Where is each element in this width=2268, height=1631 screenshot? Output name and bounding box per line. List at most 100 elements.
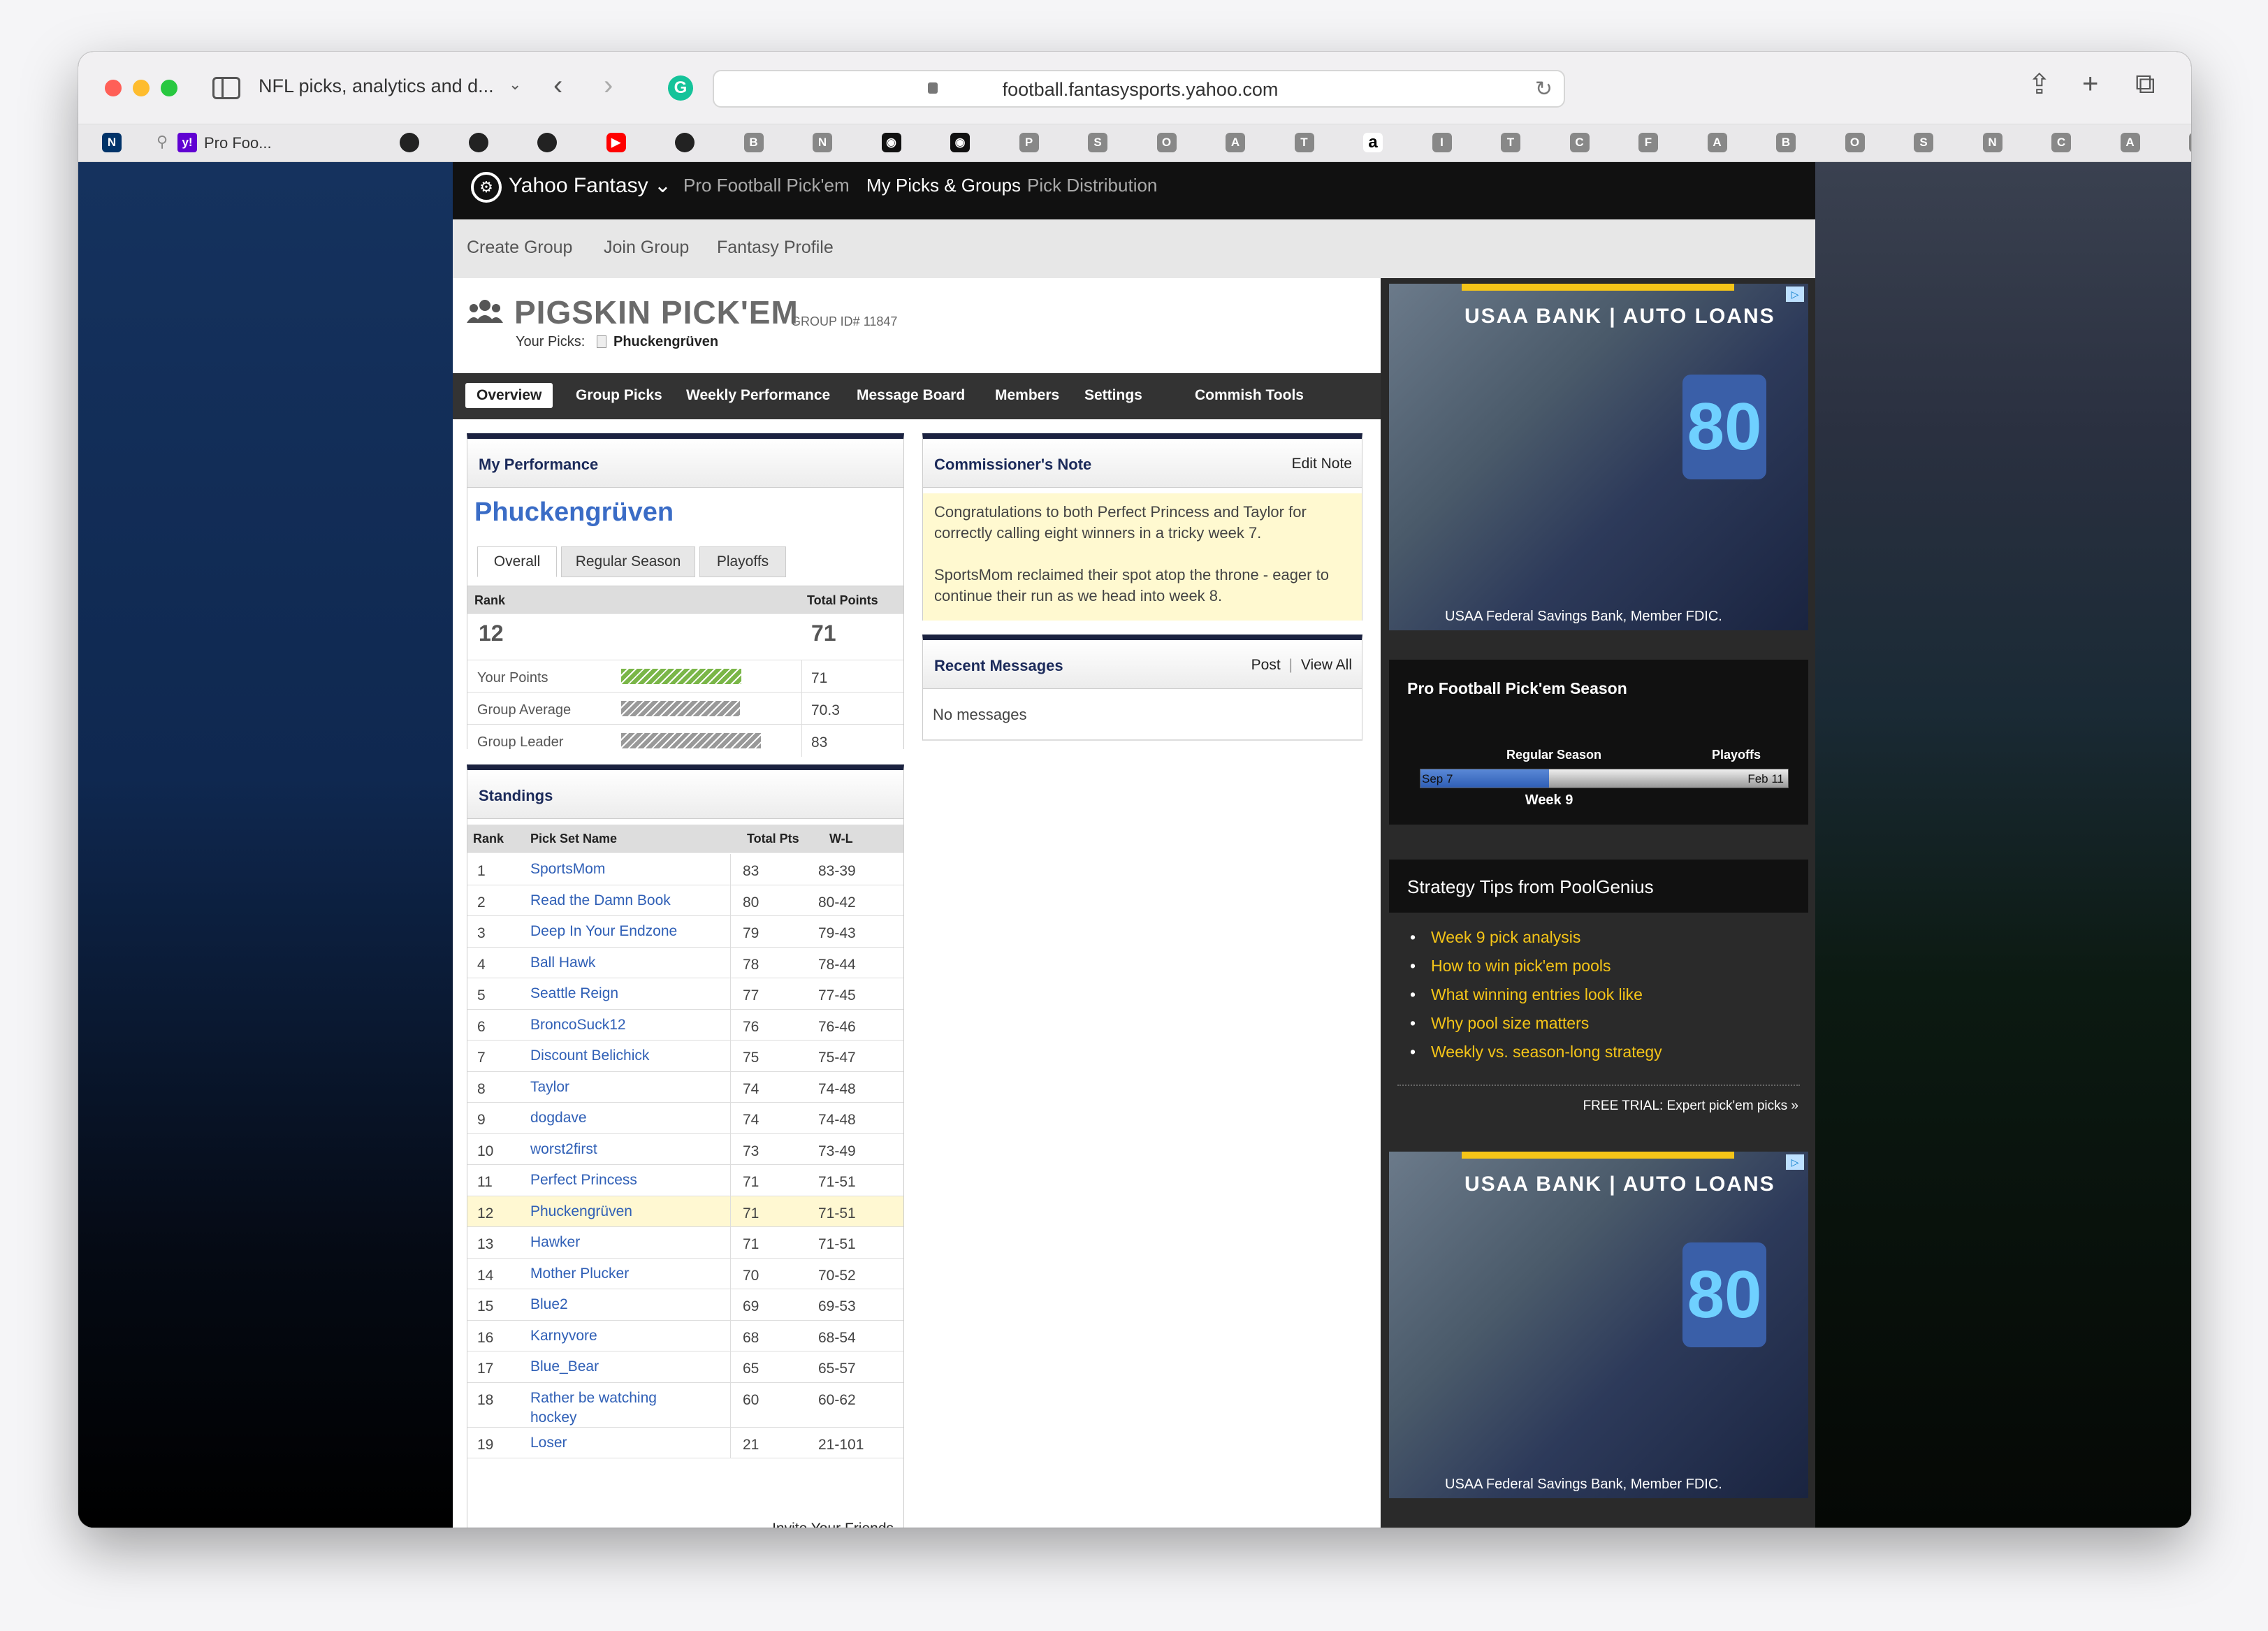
camera-favicon-icon[interactable]: ◉ [881,133,901,152]
bookmark-favicon-icon[interactable]: T [1501,133,1520,152]
divider [730,916,731,947]
invite-friends-link[interactable]: Invite Your Friends [772,1521,894,1528]
pick-set-name-link[interactable]: Blue_Bear [530,1357,691,1377]
ad-banner-bottom[interactable]: USAA BANK | AUTO LOANS 80 USAA Federal S… [1389,1152,1808,1498]
camera-favicon-icon[interactable]: ◉ [950,133,970,152]
top-link-pick-distribution[interactable]: Pick Distribution [1027,175,1157,196]
address-bar[interactable]: football.fantasysports.yahoo.com ↻ [713,70,1565,108]
tab-overall[interactable]: Overall [477,546,557,577]
bookmark-favicon-icon[interactable]: N [1982,133,2002,152]
join-group-link[interactable]: Join Group [604,238,689,258]
pick-set-name-link[interactable]: Discount Belichick [530,1046,691,1066]
ad-banner-top[interactable]: USAA BANK | AUTO LOANS 80 USAA Federal S… [1389,284,1808,630]
tab-group-picks[interactable]: Group Picks [576,387,662,404]
bookmark-favicon-icon[interactable]: T [1294,133,1314,152]
tab-members[interactable]: Members [995,387,1059,404]
performance-team-name[interactable]: Phuckengrüven [474,498,674,528]
tab-overview-icon[interactable]: ⧉ [2135,68,2156,100]
bookmark-favicon-icon[interactable]: O [1845,133,1865,152]
chevron-down-icon[interactable]: ⌄ [509,75,521,94]
pick-set-name-link[interactable]: Perfect Princess [530,1170,691,1190]
github-favicon-icon[interactable] [400,133,419,152]
stadium-background-right [1815,162,2191,1528]
adchoices-icon[interactable]: ▷ [1786,1154,1804,1170]
group-people-icon [467,300,503,323]
back-button[interactable]: ‹ [553,70,562,101]
bookmark-favicon-icon[interactable]: S [1914,133,1933,152]
tab-settings[interactable]: Settings [1084,387,1142,404]
top-link-my-picks-groups[interactable]: My Picks & Groups [866,175,1021,196]
yahoo-fantasy-brand[interactable]: Yahoo Fantasy ⌄ [509,173,671,198]
view-all-link[interactable]: View All [1301,657,1352,673]
pick-set-name-link[interactable]: Loser [530,1433,691,1453]
github-favicon-icon[interactable] [537,133,557,152]
pick-set-name-link[interactable]: Mother Plucker [530,1264,691,1284]
pick-set-name-link[interactable]: worst2first [530,1140,691,1159]
new-tab-button[interactable]: + [2082,68,2098,100]
tab-message-board[interactable]: Message Board [857,387,965,404]
pick-set-name-link[interactable]: Seattle Reign [530,984,691,1003]
adchoices-icon[interactable]: ▷ [1786,287,1804,302]
share-icon[interactable]: ⇪ [2028,68,2051,101]
pick-set-name-link[interactable]: Read the Damn Book [530,891,691,911]
reload-icon[interactable]: ↻ [1535,77,1553,101]
bookmark-favicon-icon[interactable]: A [1707,133,1727,152]
bookmark-favicon-icon[interactable]: C [1569,133,1590,152]
tab-playoffs[interactable]: Playoffs [699,546,786,577]
youtube-favicon-icon[interactable]: ▶ [606,133,626,152]
nfl-favicon-icon[interactable]: N [102,133,122,152]
bookmark-favicon-icon[interactable]: B [743,133,764,152]
github-favicon-icon[interactable] [468,133,488,152]
post-link[interactable]: Post [1251,657,1281,673]
pick-set-name-link[interactable]: Ball Hawk [530,953,691,973]
pick-set-name-link[interactable]: Hawker [530,1233,691,1252]
pick-set-name-link[interactable]: Deep In Your Endzone [530,922,691,941]
create-group-link[interactable]: Create Group [467,238,572,258]
zoom-window-button[interactable] [161,80,177,96]
tab-overview[interactable]: Overview [465,383,553,408]
strategy-tip-link[interactable]: What winning entries look like [1410,985,1643,1004]
pick-set-name-link[interactable]: Blue2 [530,1295,691,1314]
pick-set-name-link[interactable]: Karnyvore [530,1326,691,1346]
yahoo-fantasy-logo-icon[interactable]: ⚙ [471,172,502,203]
pick-set-name-link[interactable]: SportsMom [530,860,691,879]
github-favicon-icon[interactable] [675,133,695,152]
bookmark-favicon-icon[interactable]: S [1088,133,1107,152]
bookmark-favicon-icon[interactable]: S [2189,133,2191,152]
pick-set-name-link[interactable]: dogdave [530,1108,691,1128]
free-trial-link[interactable]: FREE TRIAL: Expert pick'em picks » [1583,1099,1798,1114]
amazon-favicon-icon[interactable]: a [1363,133,1383,152]
strategy-tip-link[interactable]: Week 9 pick analysis [1410,928,1580,947]
forward-button[interactable]: › [604,70,613,101]
close-window-button[interactable] [105,80,122,96]
pick-set-name-link[interactable]: Phuckengrüven [530,1202,691,1222]
edit-note-link[interactable]: Edit Note [1292,456,1352,472]
bookmark-favicon-icon[interactable]: B [1776,133,1796,152]
bookmark-favicon-icon[interactable]: O [1156,133,1177,152]
tab-commish-tools[interactable]: Commish Tools [1195,387,1304,404]
tab-weekly-performance[interactable]: Weekly Performance [686,387,830,404]
strategy-tip-link[interactable]: How to win pick'em pools [1410,957,1611,976]
fantasy-profile-link[interactable]: Fantasy Profile [717,238,834,258]
bookmark-favicon-icon[interactable]: A [2120,133,2140,152]
pick-set-name-link[interactable]: BroncoSuck12 [530,1015,691,1035]
bookmark-favicon-icon[interactable]: P [1019,133,1039,152]
divider [730,1196,731,1226]
tab-regular-season[interactable]: Regular Season [561,546,695,577]
tab-group-title[interactable]: NFL picks, analytics and d... [259,75,494,97]
wl-cell: 77-45 [818,987,856,1003]
bookmark-favicon-icon[interactable]: A [1226,133,1245,152]
bookmark-favicon-icon[interactable]: I [1432,133,1452,152]
your-picks-name[interactable]: Phuckengrüven [613,334,718,350]
bookmark-favicon-icon[interactable]: N [813,133,832,152]
grammarly-extension-icon[interactable]: G [668,75,693,101]
bookmark-favicon-icon[interactable]: F [1638,133,1658,152]
pick-set-name-link[interactable]: Rather be watching hockey [530,1389,691,1428]
pick-set-name-link[interactable]: Taylor [530,1078,691,1097]
bookmark-favicon-icon[interactable]: C [2051,133,2071,152]
top-link-pro-football-pickem[interactable]: Pro Football Pick'em [683,175,850,196]
strategy-tip-link[interactable]: Why pool size matters [1410,1014,1589,1033]
sidebar-toggle-icon[interactable] [212,77,240,99]
strategy-tip-link[interactable]: Weekly vs. season-long strategy [1410,1043,1662,1061]
minimize-window-button[interactable] [133,80,150,96]
